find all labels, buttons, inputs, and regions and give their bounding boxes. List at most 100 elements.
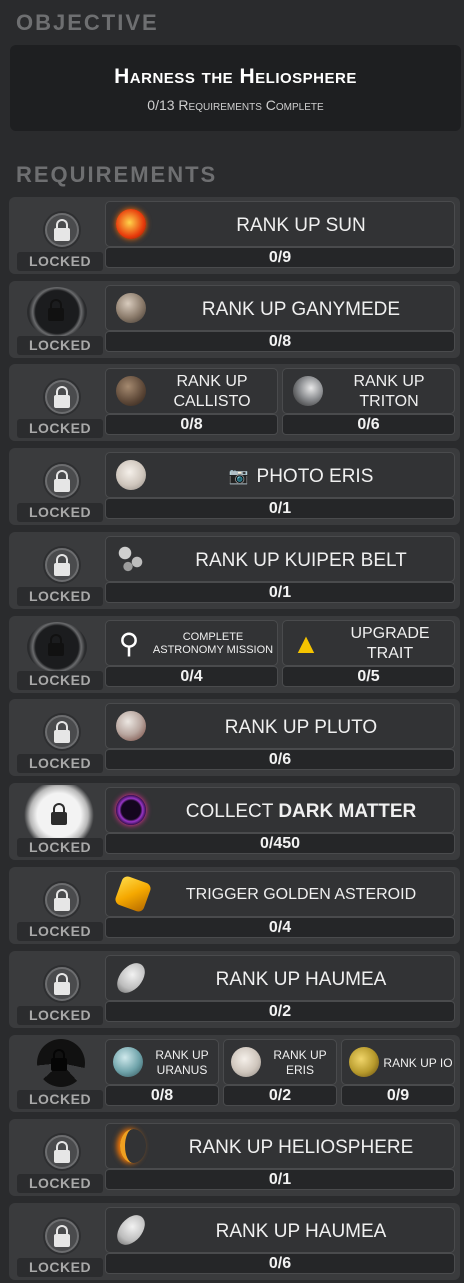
locked-label: LOCKED [17, 922, 103, 941]
lock-icon [45, 380, 79, 414]
objective-progress: 0/13 Requirements Complete [147, 97, 324, 113]
task-label: RANK UP URANUS [155, 1048, 209, 1077]
lock-icon [27, 622, 87, 672]
task-progress: 0/6 [105, 1253, 455, 1274]
dark-matter-icon [116, 795, 146, 825]
task-label: RANK UP ERIS [273, 1048, 327, 1077]
task-card[interactable]: ⚲ COMPLETE ASTRONOMY MISSION [105, 620, 278, 666]
locked-label: LOCKED [17, 1174, 103, 1193]
task-card[interactable]: TRIGGER GOLDEN ASTEROID [105, 871, 455, 917]
task-card[interactable]: 📷 PHOTO ERIS [105, 452, 455, 498]
requirement-row[interactable]: LOCKED COLLECT DARK MATTER 0/450 [9, 783, 460, 860]
task-label-wrap: 📷 PHOTO ERIS [146, 453, 456, 499]
locked-label: LOCKED [17, 1006, 103, 1025]
telescope-icon: ⚲ [118, 628, 140, 659]
lock-icon [45, 1135, 79, 1169]
task-label: RANK UP KUIPER BELT [195, 549, 407, 571]
task-label: RANK UP CALLISTO [173, 373, 251, 410]
task-card[interactable]: RANK UP HAUMEA [105, 1207, 455, 1253]
task-label: PHOTO ERIS [256, 465, 374, 487]
task-card[interactable]: RANK UP GANYMEDE [105, 285, 455, 331]
task-progress: 0/1 [105, 1169, 455, 1190]
task-label: UPGRADE TRAIT [350, 625, 430, 662]
task-progress: 0/9 [341, 1085, 455, 1106]
requirement-row[interactable]: LOCKED RANK UP HAUMEA 0/2 [9, 951, 460, 1028]
lock-icon [45, 1219, 79, 1253]
task-card[interactable]: RANK UP HAUMEA [105, 955, 455, 1001]
lock-icon [21, 785, 97, 845]
requirement-row[interactable]: LOCKED RANK UP PLUTO 0/6 [9, 699, 460, 776]
task-card[interactable]: RANK UP CALLISTO [105, 368, 278, 414]
locked-label: LOCKED [17, 587, 103, 606]
lock-icon [45, 883, 79, 917]
task-label-strong: DARK MATTER [278, 800, 417, 822]
lock-status: LOCKED [17, 452, 103, 522]
task-card[interactable]: RANK UP SUN [105, 201, 455, 247]
lock-icon [45, 548, 79, 582]
task-label: TRIGGER GOLDEN ASTEROID [185, 886, 417, 903]
requirement-row[interactable]: LOCKED RANK UP CALLISTO 0/8 RANK UP TRIT… [9, 364, 460, 441]
kuiper-belt-icon [116, 544, 146, 574]
task-progress: 0/9 [105, 247, 455, 268]
requirement-row[interactable]: LOCKED RANK UP HELIOSPHERE 0/1 [9, 1119, 460, 1196]
requirement-row[interactable]: LOCKED RANK UP HAUMEA 0/6 [9, 1203, 460, 1280]
requirement-row[interactable]: LOCKED RANK UP URANUS 0/8 RANK UP ERIS 0… [9, 1035, 460, 1112]
objective-heading: OBJECTIVE [16, 10, 159, 35]
requirement-row[interactable]: LOCKED RANK UP SUN 0/9 [9, 197, 460, 274]
task-progress: 0/4 [105, 666, 278, 687]
task-progress: 0/4 [105, 917, 455, 938]
task-card[interactable]: RANK UP PLUTO [105, 703, 455, 749]
locked-label: LOCKED [17, 252, 103, 271]
lock-icon [45, 715, 79, 749]
golden-asteroid-icon [113, 874, 153, 914]
locked-label: LOCKED [17, 419, 103, 438]
lock-status: LOCKED [17, 871, 103, 941]
task-label: RANK UP PLUTO [224, 716, 378, 738]
task-progress: 0/2 [223, 1085, 337, 1106]
task-label: RANK UP HAUMEA [215, 1220, 387, 1242]
lock-status: LOCKED [17, 536, 103, 606]
locked-label: LOCKED [17, 754, 103, 773]
requirement-row[interactable]: LOCKED RANK UP KUIPER BELT 0/1 [9, 532, 460, 609]
objective-card: Harness the Heliosphere 0/13 Requirement… [10, 45, 461, 131]
task-card[interactable]: RANK UP HELIOSPHERE [105, 1123, 455, 1169]
task-card[interactable]: ▲ UPGRADE TRAIT [282, 620, 455, 666]
lock-status: LOCKED [17, 785, 103, 857]
task-card[interactable]: RANK UP ERIS [223, 1039, 337, 1085]
task-progress: 0/2 [105, 1001, 455, 1022]
task-card[interactable]: RANK UP TRITON [282, 368, 455, 414]
lock-icon [45, 213, 79, 247]
camera-icon: 📷 [228, 467, 249, 485]
lock-status: LOCKED [17, 1123, 103, 1193]
task-label: RANK UP TRITON [353, 373, 425, 410]
task-progress: 0/8 [105, 1085, 219, 1106]
task-progress: 0/5 [282, 666, 455, 687]
requirements-heading: REQUIREMENTS [16, 162, 218, 187]
lock-status: LOCKED [17, 955, 103, 1025]
task-card[interactable]: COLLECT DARK MATTER [105, 787, 455, 833]
lock-status: LOCKED [17, 201, 103, 271]
lock-icon [37, 1039, 85, 1087]
haumea-icon [111, 1209, 151, 1251]
requirement-row[interactable]: LOCKED ⚲ COMPLETE ASTRONOMY MISSION 0/4 … [9, 616, 460, 693]
requirement-row[interactable]: LOCKED TRIGGER GOLDEN ASTEROID 0/4 [9, 867, 460, 944]
requirement-row[interactable]: LOCKED RANK UP GANYMEDE 0/8 [9, 281, 460, 358]
lock-icon [45, 967, 79, 1001]
task-progress: 0/1 [105, 582, 455, 603]
task-label: COMPLETE ASTRONOMY MISSION [152, 631, 274, 656]
task-card[interactable]: RANK UP KUIPER BELT [105, 536, 455, 582]
eris-icon [116, 460, 146, 490]
task-card[interactable]: RANK UP IO [341, 1039, 455, 1085]
eris-icon [231, 1047, 261, 1077]
lock-status: LOCKED [17, 285, 103, 355]
task-label-prefix: COLLECT [185, 800, 279, 822]
task-card[interactable]: RANK UP URANUS [105, 1039, 219, 1085]
task-progress: 0/8 [105, 414, 278, 435]
heliosphere-icon [120, 1129, 146, 1163]
task-progress: 0/450 [105, 833, 455, 854]
lock-status: LOCKED [17, 703, 103, 773]
task-progress: 0/8 [105, 331, 455, 352]
requirement-row[interactable]: LOCKED 📷 PHOTO ERIS 0/1 [9, 448, 460, 525]
uranus-icon [113, 1047, 143, 1077]
lock-status: LOCKED [17, 1039, 103, 1109]
